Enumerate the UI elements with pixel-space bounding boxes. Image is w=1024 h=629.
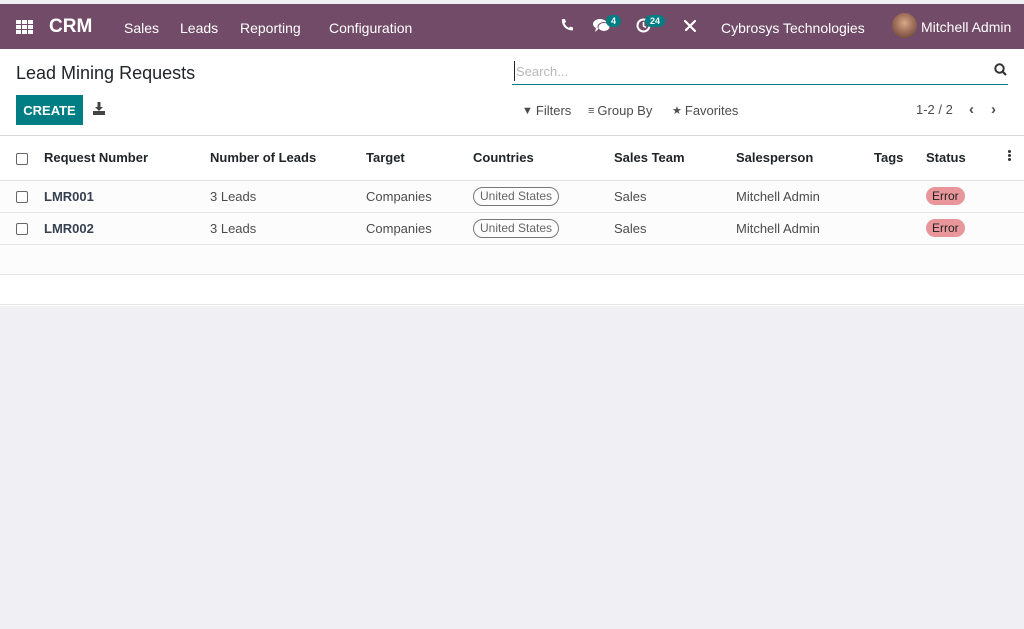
salesperson: Mitchell Admin	[736, 180, 874, 213]
activities-count-badge: 24	[645, 15, 666, 27]
status-badge: Error	[926, 219, 965, 237]
control-panel: Lead Mining Requests CREATE ▼ Filters ≡ …	[0, 49, 1024, 136]
pager-previous-icon[interactable]: ‹	[969, 101, 974, 118]
sales-team: Sales	[614, 212, 736, 245]
phone-icon[interactable]	[561, 18, 573, 34]
select-all-cell	[0, 136, 44, 181]
filters-label: Filters	[535, 103, 572, 118]
filter-icon: ▼	[522, 104, 533, 117]
column-status[interactable]: Status	[926, 136, 1008, 181]
search-icon[interactable]	[994, 63, 1008, 77]
row-filler	[1008, 180, 1024, 213]
country-tag: United States	[473, 218, 560, 238]
pager-next-icon[interactable]: ›	[991, 101, 996, 118]
messages-count-badge: 4	[606, 15, 622, 27]
column-sales-team[interactable]: Sales Team	[614, 136, 736, 181]
download-icon[interactable]	[93, 102, 105, 116]
top-navbar: CRM Sales Leads Reporting Configuration …	[0, 4, 1024, 49]
row-select-cell	[0, 212, 44, 245]
menu-reporting[interactable]: Reporting	[240, 20, 301, 36]
empty-row	[0, 274, 1024, 305]
menu-sales[interactable]: Sales	[124, 20, 159, 36]
column-salesperson[interactable]: Salesperson	[736, 136, 874, 181]
menu-leads[interactable]: Leads	[180, 20, 218, 36]
debug-tools-icon[interactable]	[683, 19, 697, 36]
optional-columns-cell	[1008, 136, 1024, 181]
user-avatar[interactable]	[892, 13, 917, 38]
request-number: LMR001	[44, 188, 94, 204]
request-number: LMR002	[44, 220, 94, 236]
favorites-button[interactable]: ★ Favorites	[672, 103, 738, 118]
apps-menu-icon[interactable]	[16, 20, 33, 34]
target: Companies	[366, 212, 473, 245]
search-bar	[512, 59, 1008, 85]
select-all-checkbox[interactable]	[16, 152, 28, 165]
user-menu[interactable]: Mitchell Admin	[921, 19, 1011, 35]
pager-value[interactable]: 1-2 / 2	[916, 102, 953, 117]
column-number-of-leads[interactable]: Number of Leads	[210, 136, 366, 181]
status-badge: Error	[926, 187, 965, 205]
row-checkbox[interactable]	[16, 223, 28, 236]
filters-button[interactable]: ▼ Filters	[522, 103, 571, 118]
number-of-leads: 3 Leads	[210, 212, 366, 245]
star-icon: ★	[672, 105, 682, 117]
row-select-cell	[0, 180, 44, 213]
column-tags[interactable]: Tags	[874, 136, 926, 181]
country-tag: United States	[473, 186, 560, 206]
table-header-row: Request Number Number of Leads Target Co…	[0, 136, 1024, 181]
column-request-number[interactable]: Request Number	[44, 136, 210, 181]
target: Companies	[366, 180, 473, 213]
page-title: Lead Mining Requests	[16, 63, 196, 83]
group-by-icon: ≡	[588, 104, 595, 117]
tags	[874, 180, 926, 213]
table-row[interactable]: LMR001 3 Leads Companies United States S…	[0, 180, 1024, 213]
create-button[interactable]: CREATE	[16, 95, 83, 125]
column-target[interactable]: Target	[366, 136, 473, 181]
group-by-label: Group By	[597, 103, 653, 118]
empty-row	[0, 244, 1024, 275]
optional-columns-icon[interactable]	[1008, 150, 1011, 162]
list-view: Request Number Number of Leads Target Co…	[0, 136, 1024, 306]
sales-team: Sales	[614, 180, 736, 213]
favorites-label: Favorites	[684, 103, 739, 118]
group-by-button[interactable]: ≡ Group By	[588, 103, 652, 118]
row-checkbox[interactable]	[16, 191, 28, 204]
tags	[874, 212, 926, 245]
menu-configuration[interactable]: Configuration	[329, 20, 412, 36]
number-of-leads: 3 Leads	[210, 180, 366, 213]
lead-mining-table: Request Number Number of Leads Target Co…	[0, 136, 1024, 305]
row-filler	[1008, 212, 1024, 245]
search-input[interactable]	[514, 61, 974, 81]
column-countries[interactable]: Countries	[473, 136, 614, 181]
app-brand[interactable]: CRM	[49, 16, 92, 38]
table-row[interactable]: LMR002 3 Leads Companies United States S…	[0, 212, 1024, 245]
company-switcher[interactable]: Cybrosys Technologies	[721, 20, 865, 36]
salesperson: Mitchell Admin	[736, 212, 874, 245]
